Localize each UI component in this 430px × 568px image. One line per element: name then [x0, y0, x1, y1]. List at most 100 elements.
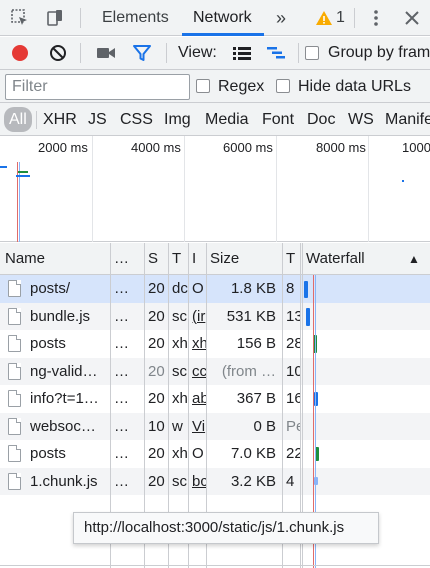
overview-request-bar [0, 166, 7, 168]
request-status: 20 [148, 472, 165, 490]
request-more: … [114, 472, 129, 490]
tab-elements[interactable]: Elements [102, 0, 169, 36]
request-initiator[interactable]: xh [188, 330, 206, 358]
type-filter-css[interactable]: CSS [120, 107, 153, 132]
overview-gridline [184, 136, 185, 242]
waterfall-view-icon[interactable] [264, 41, 288, 65]
device-toolbar-icon[interactable] [43, 6, 67, 30]
large-rows-icon[interactable] [230, 41, 254, 65]
request-name[interactable]: posts [26, 330, 110, 358]
type-filter-media[interactable]: Media [205, 107, 249, 132]
request-name[interactable]: bundle.js [26, 303, 110, 331]
table-row[interactable]: 1.chunk.js… 20 sc bc 3.2 KB 4 [0, 467, 430, 496]
overview-tick-label: 2000 ms [38, 140, 88, 155]
video-camera-icon[interactable] [94, 41, 118, 65]
warning-count[interactable]: 1 [336, 0, 345, 36]
table-row[interactable]: posts… 20 xh O 7.0 KB 22 [0, 440, 430, 468]
file-icon [8, 335, 21, 352]
filter-icon[interactable] [130, 41, 154, 65]
table-row[interactable]: ng-valid…… 20 sc cc (from … 10 [0, 357, 430, 386]
column-header-time[interactable]: T [282, 243, 300, 275]
request-type: xh [172, 445, 188, 462]
request-name[interactable]: posts [26, 440, 110, 468]
type-filter-font[interactable]: Font [262, 107, 294, 132]
file-icon [8, 362, 21, 380]
table-row[interactable]: posts/… 20 dc O 1.8 KB 8 [0, 275, 430, 303]
more-tabs-button[interactable]: » [276, 0, 286, 36]
request-time: Pe [286, 417, 300, 435]
request-initiator[interactable]: cc [188, 358, 206, 386]
regex-checkbox[interactable] [196, 79, 210, 93]
table-row[interactable]: bundle.js… 20 sc (ir 531 KB 13 [0, 302, 430, 331]
request-type: xh [172, 390, 188, 407]
type-filter-xhr[interactable]: XHR [43, 107, 77, 132]
table-row[interactable]: posts… 20 xh xh 156 B 28 [0, 330, 430, 358]
file-icon [8, 417, 21, 435]
request-initiator[interactable]: O [188, 440, 206, 468]
overview-request-bar [16, 175, 30, 177]
request-time: 22 [286, 445, 300, 462]
overview-tick-label: 8000 ms [316, 140, 366, 155]
overview-gridline [368, 136, 369, 242]
column-header-initiator[interactable]: I [188, 243, 206, 275]
request-more: … [114, 390, 129, 407]
file-icon [8, 445, 21, 462]
clear-icon[interactable] [46, 41, 70, 65]
request-size: 3.2 KB [230, 472, 276, 490]
request-more: … [114, 362, 129, 380]
request-type: sc [172, 362, 187, 380]
regex-label: Regex [218, 78, 265, 95]
column-header-name[interactable]: Name [0, 243, 110, 275]
request-time: 28 [286, 335, 300, 352]
request-name[interactable]: info?t=1… [26, 385, 110, 413]
overview-tick-label: 6000 ms [223, 140, 273, 155]
divider [80, 43, 81, 63]
column-header-size[interactable]: Size [206, 243, 282, 275]
table-row[interactable]: info?t=1…… 20 xh ab 367 B 16 [0, 385, 430, 413]
network-overview[interactable]: 2000 ms 4000 ms 6000 ms 8000 ms 1000 [0, 136, 430, 242]
tab-network[interactable]: Network [193, 0, 252, 36]
request-status: 20 [148, 362, 165, 380]
request-name[interactable]: ng-valid… [26, 358, 110, 386]
request-size: 7.0 KB [230, 445, 276, 462]
type-filter-img[interactable]: Img [164, 107, 191, 132]
overview-tick-label: 1000 [402, 140, 430, 155]
table-row[interactable]: websoc…… 10 w Vi 0 B Pe [0, 412, 430, 441]
group-by-frame-label: Group by fram [328, 44, 430, 61]
url-tooltip: http://localhost:3000/static/js/1.chunk.… [73, 512, 379, 544]
request-time: 10 [286, 362, 300, 380]
group-by-frame-checkbox[interactable] [305, 46, 319, 60]
waterfall-bar [304, 281, 308, 298]
request-status: 20 [148, 280, 165, 297]
warning-icon[interactable] [314, 6, 334, 30]
record-icon[interactable] [8, 41, 32, 65]
kebab-menu-icon[interactable] [364, 6, 388, 30]
type-filter-all[interactable]: All [4, 107, 32, 132]
request-name[interactable]: websoc… [26, 413, 110, 441]
close-icon[interactable] [400, 6, 424, 30]
filter-input[interactable] [5, 74, 190, 100]
request-initiator[interactable]: bc [188, 468, 206, 496]
column-header-status[interactable]: S [144, 243, 168, 275]
request-initiator[interactable]: Vi [188, 413, 206, 441]
request-initiator[interactable]: (ir [188, 303, 206, 331]
request-initiator[interactable]: O [188, 275, 206, 303]
request-size: 156 B [236, 335, 276, 352]
request-more: … [114, 280, 129, 297]
hide-data-urls-checkbox[interactable] [276, 79, 290, 93]
request-name[interactable]: posts/ [26, 275, 110, 303]
type-filter-ws[interactable]: WS [348, 107, 374, 132]
request-initiator[interactable]: ab [188, 385, 206, 413]
file-icon [8, 472, 21, 490]
inspect-element-icon[interactable] [8, 6, 32, 30]
column-header-type[interactable]: T [168, 243, 188, 275]
view-label: View: [178, 44, 217, 61]
type-filter-manifest[interactable]: Manife [385, 107, 430, 132]
request-size: 0 B [253, 417, 276, 435]
type-filter-js[interactable]: JS [88, 107, 107, 132]
request-name[interactable]: 1.chunk.js [26, 468, 110, 496]
sort-ascending-icon[interactable]: ▲ [404, 243, 426, 275]
type-filter-doc[interactable]: Doc [307, 107, 335, 132]
column-header-more[interactable]: … [110, 243, 144, 275]
column-header-waterfall[interactable]: Waterfall [302, 243, 398, 275]
